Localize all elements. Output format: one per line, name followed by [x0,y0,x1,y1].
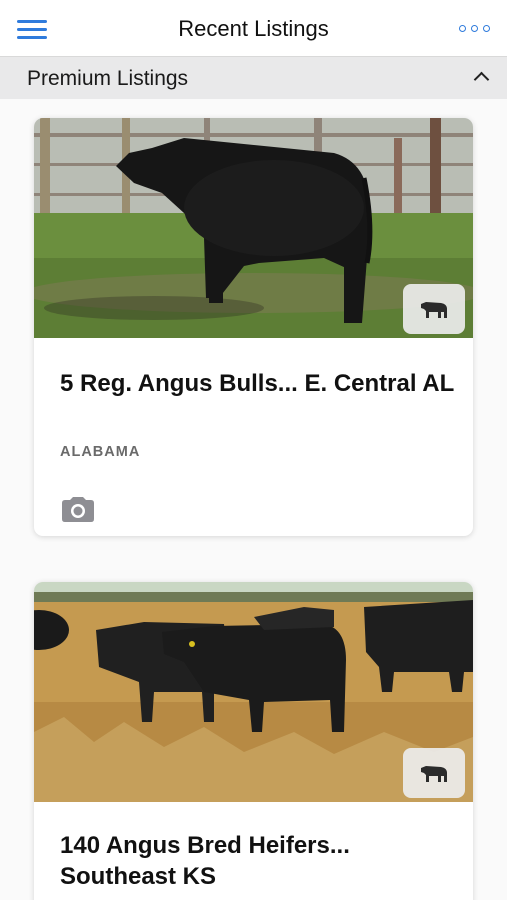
listing-photo[interactable] [34,118,473,338]
listing-list: 5 Reg. Angus Bulls... E. Central AL ALAB… [0,99,507,900]
more-options-icon[interactable] [459,24,491,34]
listing-title[interactable]: 5 Reg. Angus Bulls... E. Central AL [60,368,460,399]
cattle-icon [421,766,447,782]
cattle-icon [421,302,447,318]
premium-badge [403,748,465,798]
section-title: Premium Listings [27,67,189,90]
listing-card[interactable]: 140 Angus Bred Heifers... Southeast KS [34,582,473,900]
camera-icon [62,497,94,522]
listing-photo[interactable] [34,582,473,802]
top-bar: Recent Listings [0,0,507,57]
chevron-up-icon[interactable] [473,71,490,88]
premium-badge [403,284,465,334]
listing-location: ALABAMA [60,444,141,460]
listing-card[interactable]: 5 Reg. Angus Bulls... E. Central AL ALAB… [34,118,473,536]
page-title: Recent Listings [178,16,329,41]
premium-listings-section-header[interactable]: Premium Listings [0,57,507,99]
listing-title[interactable]: 140 Angus Bred Heifers... Southeast KS [60,830,460,892]
